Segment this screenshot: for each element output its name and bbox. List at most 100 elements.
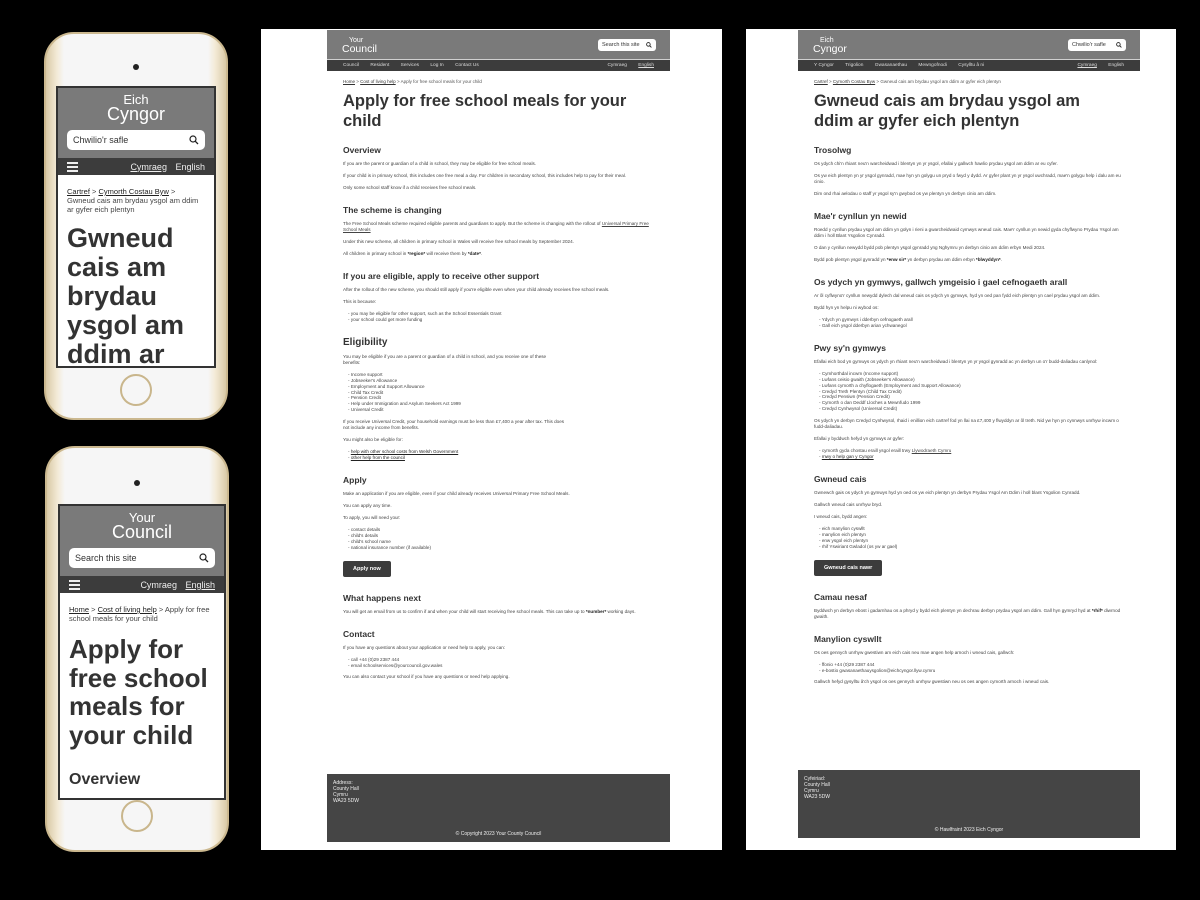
- breadcrumb-current: Gwneud cais am brydau ysgol am ddim ar g…: [67, 196, 199, 214]
- section-heading: Overview: [69, 771, 141, 788]
- paragraph: All children in primary school in *regio…: [343, 251, 483, 256]
- search-icon[interactable]: [199, 553, 209, 563]
- home-button: [121, 800, 153, 832]
- breadcrumb-current: Apply for free school meals for your chi…: [400, 79, 482, 84]
- hamburger-menu-icon[interactable]: [67, 161, 78, 172]
- lang-cymraeg-link[interactable]: Cymraeg: [130, 162, 167, 172]
- search-input[interactable]: Search this site: [69, 548, 215, 568]
- text: working days.: [606, 608, 636, 614]
- paragraph: To apply, you will need your:: [343, 514, 401, 520]
- main-nav: Council Resident Services Log In Contact…: [327, 59, 670, 71]
- paragraph: You might also be eligible for:: [343, 437, 403, 443]
- text: All children in primary school in: [343, 251, 408, 256]
- text: Byddwch yn derbyn ebost i gadarnhau os a…: [814, 607, 1092, 613]
- hamburger-menu-icon[interactable]: [69, 579, 80, 590]
- logo-bottom[interactable]: Council: [60, 523, 224, 541]
- apply-now-button[interactable]: Apply now: [343, 560, 391, 577]
- breadcrumb-link[interactable]: Cymorth Costau Byw: [833, 79, 875, 84]
- phone-mockup-welsh: Eich Cyngor Chwilio'r safle Cymraeg Engl…: [44, 32, 228, 420]
- nav-item-login[interactable]: Mewngofnodi: [918, 63, 947, 68]
- search-placeholder: Search this site: [75, 553, 137, 563]
- search-input[interactable]: Chwilio'r safle: [1068, 38, 1126, 51]
- breadcrumb-link[interactable]: Cost of living help: [360, 79, 396, 84]
- page-title: Apply for free school meals for your chi…: [69, 634, 208, 750]
- breadcrumb-link[interactable]: Cartref: [814, 79, 828, 84]
- links-list: cymorth gyda chostau eraill ysgol eraill…: [814, 448, 1124, 460]
- text: yn derbyn prydau am ddim erbyn: [906, 257, 976, 262]
- site-logo[interactable]: Eich Cyngor: [813, 37, 847, 54]
- contact-list: call +44 (0)29 2387 444 email schoolserv…: [343, 657, 654, 669]
- council-help-link[interactable]: other help from the council: [351, 455, 405, 460]
- paragraph: Dim ond rhai aelodau o staff yr ysgol sy…: [814, 191, 997, 196]
- breadcrumb-link[interactable]: Home: [343, 79, 355, 84]
- site-header: Eich Cyngor Chwilio'r safle: [798, 30, 1140, 59]
- nav-item-council[interactable]: Y Cyngor: [814, 63, 834, 68]
- breadcrumb-link[interactable]: Home: [69, 605, 89, 614]
- search-icon[interactable]: [646, 41, 652, 48]
- lang-english-link[interactable]: English: [1108, 63, 1124, 68]
- section-heading: Contact: [343, 628, 375, 639]
- welsh-gov-link[interactable]: Llywodraeth Cymru: [912, 448, 952, 453]
- main-content: Home > Cost of living help > Apply for f…: [327, 71, 670, 680]
- search-input[interactable]: Search this site: [598, 38, 656, 51]
- paragraph: Gwnewch gais os ydych yn gymwys hyd yn o…: [814, 489, 1081, 495]
- paragraph: Bydd hyn yn helpu ni wybod os:: [814, 305, 879, 310]
- page-title: Gwneud cais am brydau ysgol am ddim ar g…: [67, 223, 185, 368]
- breadcrumb: Home > Cost of living help > Apply for f…: [69, 605, 210, 623]
- site-header: Your Council Search this site: [327, 30, 670, 59]
- council-help-link[interactable]: mwy o help gan y Cyngor: [822, 454, 874, 459]
- breadcrumb-link[interactable]: Cymorth Costau Byw: [98, 187, 168, 196]
- placeholder-region: *region*: [407, 251, 426, 256]
- benefits-list: Income support Jobseeker's Allowance Emp…: [343, 372, 654, 413]
- bullet-list: Ydych yn gymwys i dderbyn cefnogaeth ara…: [814, 317, 1124, 329]
- search-input[interactable]: Chwilio'r safle: [67, 130, 205, 150]
- site-logo[interactable]: Your Council: [342, 37, 377, 54]
- lang-cymraeg-link[interactable]: Cymraeg: [1077, 63, 1096, 68]
- bullet-list: eich manylion cyswllt manylion eich plen…: [814, 526, 1124, 550]
- breadcrumb-link[interactable]: Cartref: [67, 187, 90, 196]
- lang-english-link[interactable]: English: [638, 63, 654, 68]
- paragraph: If you are the parent or guardian of a c…: [343, 161, 537, 166]
- search-icon[interactable]: [189, 135, 199, 145]
- section-heading: Trosolwg: [814, 145, 852, 155]
- apply-now-button[interactable]: Gwneud cais nawr: [814, 559, 883, 576]
- nav-item-login[interactable]: Log In: [430, 63, 443, 68]
- breadcrumb: Cartref > Cymorth Costau Byw > Gwneud ca…: [67, 187, 199, 214]
- paragraph: Byddwch yn derbyn ebost i gadarnhau os a…: [814, 608, 1124, 620]
- breadcrumb-link[interactable]: Cost of living help: [98, 605, 157, 614]
- placeholder-date: *blwyddyn*: [975, 257, 1001, 262]
- text: You will get an email from us to confirm…: [343, 608, 586, 614]
- site-header: Eich Cyngor Chwilio'r safle: [58, 88, 214, 158]
- paragraph: The Free School Meals scheme required el…: [343, 221, 654, 233]
- logo-bottom[interactable]: Cyngor: [58, 105, 214, 123]
- nav-item-resident[interactable]: Resident: [370, 63, 389, 68]
- welsh-gov-help-link[interactable]: help with other school costs from Welsh …: [351, 449, 458, 454]
- paragraph: Os yw eich plentyn yn yr ysgol gynradd, …: [814, 173, 1121, 184]
- search-icon[interactable]: [1116, 41, 1122, 48]
- page-content: Home > Cost of living help > Apply for f…: [60, 593, 224, 798]
- nav-item-services[interactable]: Gwasanaethau: [875, 63, 907, 68]
- site-frame: Eich Cyngor Chwilio'r safle Y Cyngor Tri…: [798, 30, 1140, 838]
- email-address: email schoolservices@yourcouncil.gov.wal…: [348, 663, 654, 669]
- search-placeholder: Chwilio'r safle: [73, 135, 129, 145]
- nav-item-resident[interactable]: Trigolion: [845, 63, 863, 68]
- nav-item-contact[interactable]: Contact Us: [455, 63, 479, 68]
- paragraph: Ar ôl cyflwyno'r cynllun newydd dylech d…: [814, 293, 1101, 298]
- nav-item-services[interactable]: Services: [401, 63, 419, 68]
- breadcrumb: Home > Cost of living help > Apply for f…: [343, 79, 482, 84]
- text: cymorth gyda chostau eraill ysgol eraill…: [821, 448, 912, 454]
- section-heading: Apply: [343, 474, 367, 485]
- lang-cymraeg-link[interactable]: Cymraeg: [140, 580, 177, 590]
- nav-item-council[interactable]: Council: [343, 63, 359, 68]
- nav-item-contact[interactable]: Cysylltu â ni: [958, 63, 984, 68]
- nav-bar: Cymraeg English: [58, 158, 214, 175]
- phone-mockup-english: Your Council Search this site Cymraeg En…: [45, 446, 229, 852]
- lang-english-link[interactable]: English: [175, 162, 205, 172]
- lang-english-link[interactable]: English: [185, 580, 215, 590]
- search-placeholder: Search this site: [602, 41, 640, 48]
- list-item: national insurance number (if available): [348, 545, 654, 551]
- paragraph: If you have any questions about your app…: [343, 644, 506, 650]
- paragraph: This is because:: [343, 299, 377, 304]
- lang-cymraeg-link[interactable]: Cymraeg: [607, 63, 626, 68]
- paragraph: You will get an email from us to confirm…: [343, 609, 654, 615]
